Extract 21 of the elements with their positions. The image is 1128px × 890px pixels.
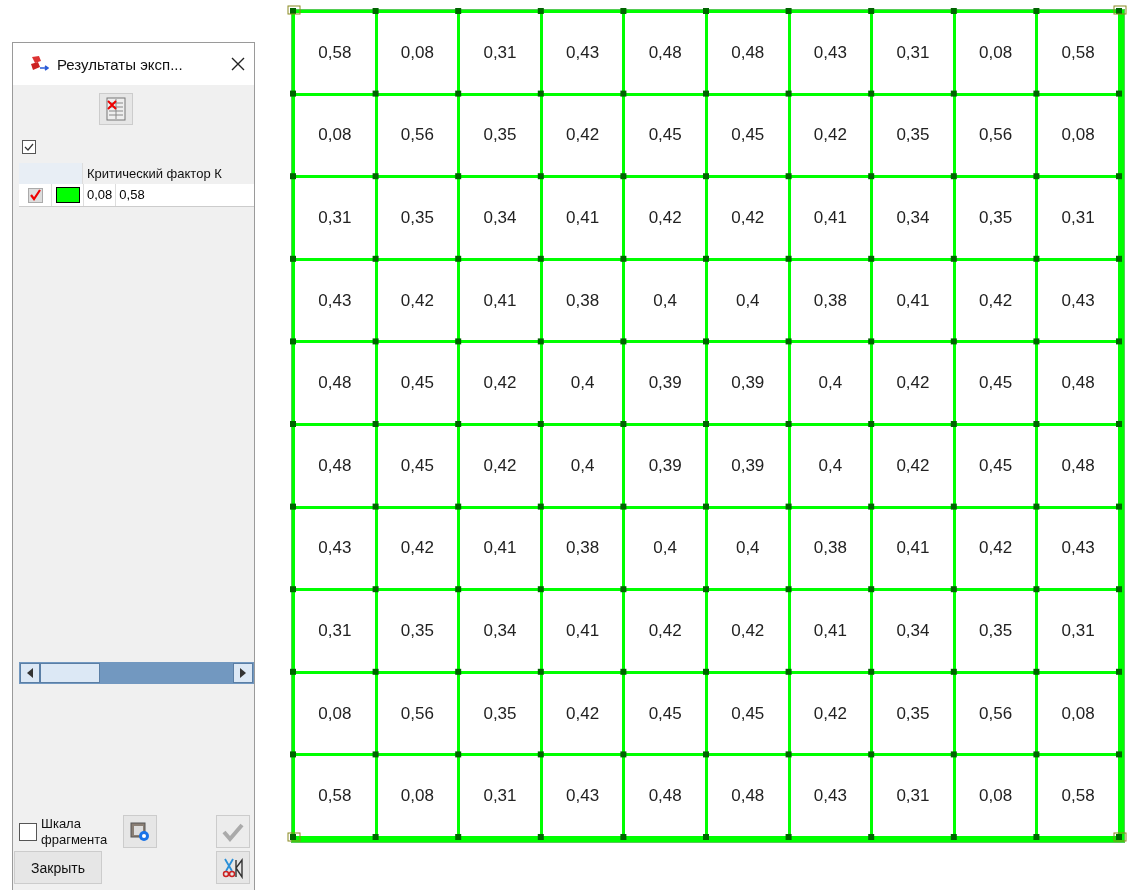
horizontal-scrollbar[interactable] bbox=[19, 662, 254, 684]
table-delete-icon bbox=[103, 96, 129, 122]
show-all-checkbox[interactable] bbox=[22, 140, 36, 154]
scale-checkbox[interactable] bbox=[19, 822, 37, 841]
scale-checkbox-label: Шкала фрагмента bbox=[41, 815, 109, 848]
clear-table-button[interactable] bbox=[99, 93, 133, 125]
scissors-icon bbox=[222, 856, 244, 879]
scroll-thumb[interactable] bbox=[40, 663, 100, 683]
scroll-right-icon[interactable] bbox=[233, 663, 253, 683]
color-swatch[interactable] bbox=[55, 187, 80, 203]
cut-button[interactable] bbox=[216, 851, 250, 884]
column-header: Критический фактор К bbox=[86, 165, 222, 183]
visibility-checkbox[interactable] bbox=[27, 187, 43, 203]
table-cell-text: 0,58 bbox=[118, 186, 146, 204]
settings-icon bbox=[129, 820, 151, 843]
settings-button[interactable] bbox=[123, 815, 157, 848]
app-logo-icon bbox=[29, 55, 49, 73]
close-button[interactable]: Закрыть bbox=[14, 851, 102, 884]
panel-title: Результаты эксп... bbox=[57, 55, 184, 73]
scroll-left-icon[interactable] bbox=[20, 663, 40, 683]
table-cell: 0,08 bbox=[84, 184, 117, 206]
